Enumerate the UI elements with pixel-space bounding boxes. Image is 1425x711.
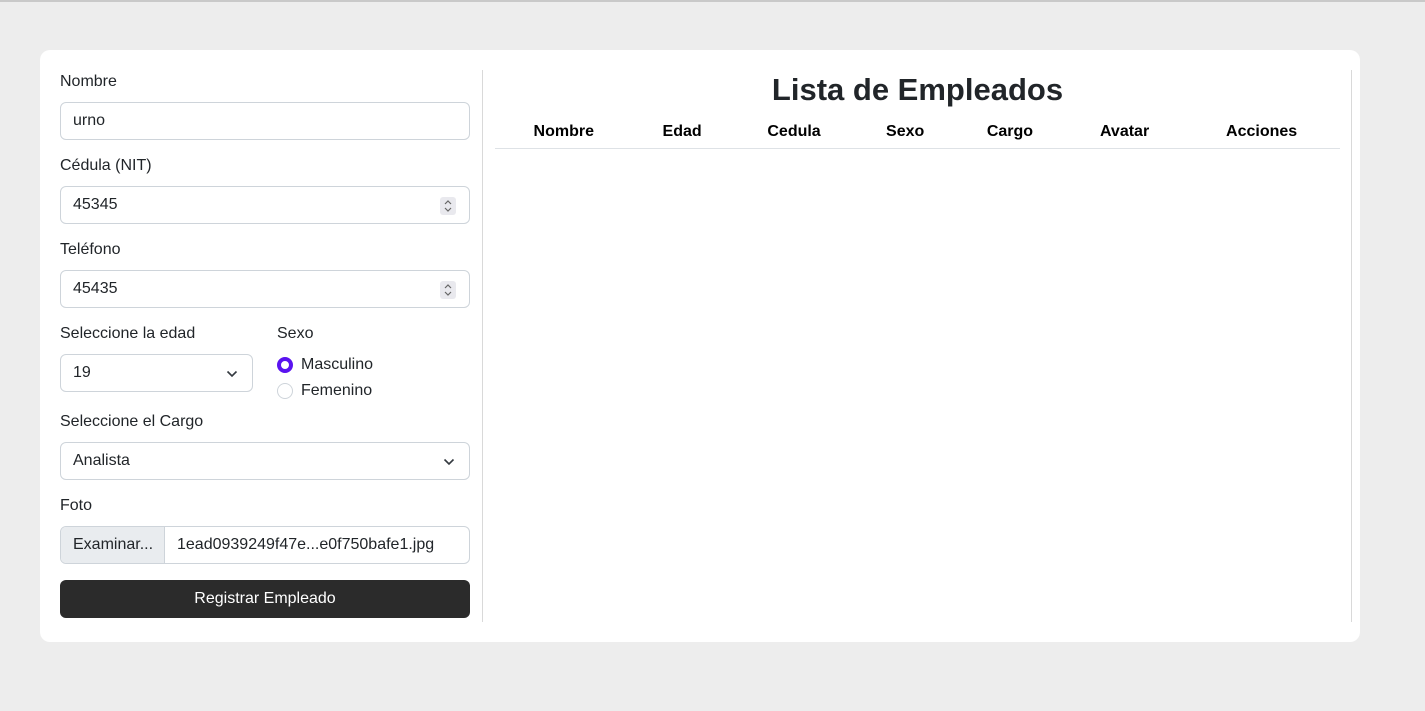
col-nombre: Nombre [495,116,633,149]
cargo-value: Analista [73,452,130,469]
employee-form: Nombre urno Cédula (NIT) 45345 Teléfono … [60,70,470,618]
radio-masculino-button[interactable] [277,357,293,373]
column-divider [482,70,483,622]
telefono-label: Teléfono [60,241,121,258]
foto-file-input[interactable]: Examinar... 1ead0939249f47e...e0f750bafe… [60,526,470,564]
telefono-value: 45435 [73,280,118,297]
radio-masculino-label: Masculino [301,356,374,373]
spinner-arrows-icon [444,284,452,296]
cargo-label: Seleccione el Cargo [60,413,204,430]
register-button[interactable]: Registrar Empleado [60,580,470,618]
radio-femenino-label: Femenino [301,382,373,399]
cedula-value: 45345 [73,196,118,213]
edad-value: 19 [73,364,91,381]
nombre-value: urno [73,112,106,129]
nombre-label: Nombre [60,73,117,90]
chevron-down-icon [226,370,238,378]
list-title: Lista de Empleados [771,72,1064,107]
telefono-spinner[interactable] [440,281,456,299]
file-name: 1ead0939249f47e...e0f750bafe1.jpg [177,536,435,553]
edad-group: Seleccione la edad 19 [60,322,253,404]
table-header-row: Nombre Edad Cedula Sexo Cargo Avatar Acc… [495,116,1340,149]
top-border [0,0,1425,2]
cedula-input[interactable]: 45345 [60,186,470,224]
cargo-select[interactable]: Analista [60,442,470,480]
nombre-input[interactable]: urno [60,102,470,140]
foto-label: Foto [60,497,93,514]
chevron-down-icon [443,458,455,466]
col-edad: Edad [632,116,732,149]
sexo-label: Sexo [277,325,314,342]
col-cargo: Cargo [953,116,1066,149]
col-acciones: Acciones [1183,116,1340,149]
sexo-group: Sexo Masculino Femenino [277,322,373,404]
radio-femenino-button[interactable] [277,383,293,399]
telefono-input[interactable]: 45435 [60,270,470,308]
browse-button[interactable]: Examinar... [61,527,165,563]
right-border [1351,70,1352,622]
cedula-label: Cédula (NIT) [60,157,152,174]
employee-table: Nombre Edad Cedula Sexo Cargo Avatar Acc… [495,116,1340,149]
col-avatar: Avatar [1065,116,1184,149]
employee-list: Lista de Empleados Nombre Edad Cedula Se… [495,70,1340,149]
spinner-arrows-icon [444,200,452,212]
col-sexo: Sexo [856,116,954,149]
col-cedula: Cedula [731,116,857,149]
main-card: Nombre urno Cédula (NIT) 45345 Teléfono … [40,50,1360,642]
radio-masculino[interactable]: Masculino [277,352,373,378]
cedula-spinner[interactable] [440,197,456,215]
radio-femenino[interactable]: Femenino [277,378,373,404]
edad-label: Seleccione la edad [60,325,196,342]
edad-select[interactable]: 19 [60,354,253,392]
